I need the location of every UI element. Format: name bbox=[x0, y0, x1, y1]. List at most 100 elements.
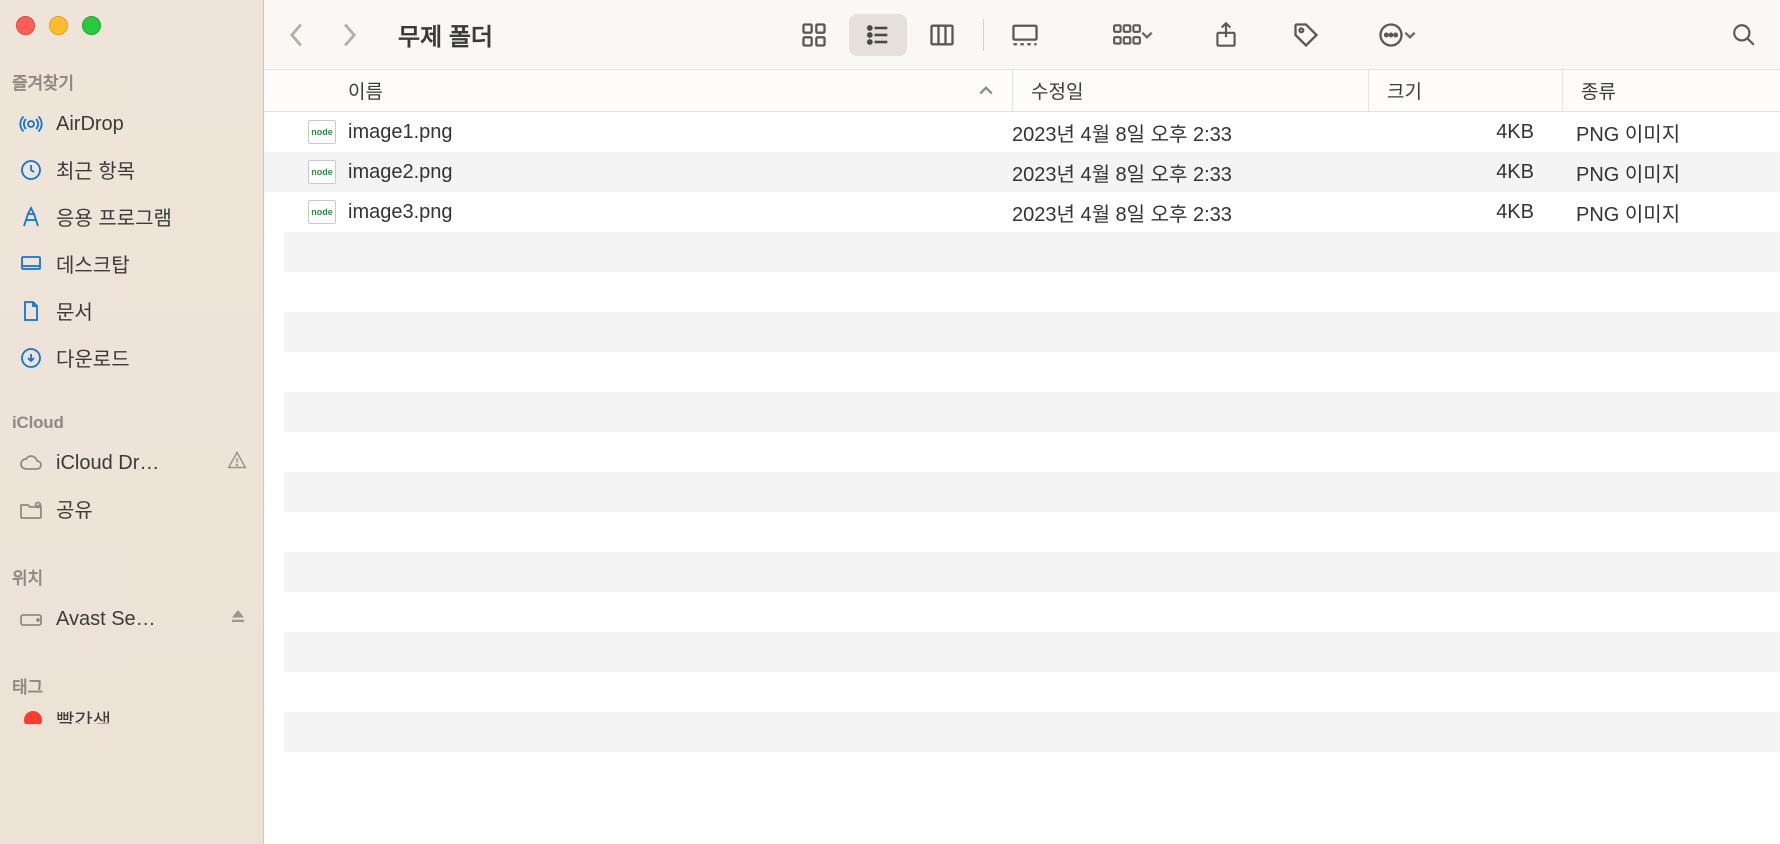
airdrop-icon bbox=[18, 111, 44, 137]
warning-icon bbox=[227, 450, 247, 476]
minimize-window-button[interactable] bbox=[49, 16, 68, 35]
file-size: 4KB bbox=[1368, 121, 1562, 144]
file-row[interactable]: node image2.png 2023년 4월 8일 오후 2:33 4KB … bbox=[264, 152, 1780, 192]
sidebar-item-label: Avast Se… bbox=[56, 608, 217, 631]
empty-row bbox=[284, 512, 1780, 552]
sidebar-item-label: 공유 bbox=[56, 494, 247, 523]
sidebar-section-tags: 태그 bbox=[0, 667, 263, 706]
file-name: image3.png bbox=[348, 201, 453, 224]
column-name[interactable]: 이름 bbox=[264, 77, 1012, 104]
sidebar-item-label: 다운로드 bbox=[56, 343, 247, 372]
more-actions-button[interactable] bbox=[1364, 14, 1430, 56]
forward-button[interactable] bbox=[336, 22, 362, 48]
sidebar-item-documents[interactable]: 문서 bbox=[4, 287, 259, 334]
file-name: image1.png bbox=[348, 121, 453, 144]
file-date: 2023년 4월 8일 오후 2:33 bbox=[1012, 198, 1368, 227]
empty-row bbox=[284, 592, 1780, 632]
sidebar-item-label: AirDrop bbox=[56, 113, 247, 136]
sidebar-item-icloud-drive[interactable]: iCloud Dr… bbox=[4, 441, 259, 485]
sidebar-item-label: 응용 프로그램 bbox=[56, 202, 247, 231]
column-view-button[interactable] bbox=[913, 14, 971, 56]
chevron-down-icon bbox=[1403, 28, 1417, 42]
chevron-down-icon bbox=[1140, 28, 1154, 42]
file-row[interactable]: node image3.png 2023년 4월 8일 오후 2:33 4KB … bbox=[264, 192, 1780, 232]
file-size: 4KB bbox=[1368, 161, 1562, 184]
desktop-icon bbox=[18, 251, 44, 277]
cloud-icon bbox=[18, 450, 44, 476]
column-header: 이름 수정일 크기 종류 bbox=[264, 70, 1780, 112]
column-name-label: 이름 bbox=[348, 77, 383, 104]
empty-row bbox=[284, 312, 1780, 352]
disk-icon bbox=[18, 606, 44, 632]
download-icon bbox=[18, 345, 44, 371]
empty-row bbox=[284, 352, 1780, 392]
sidebar-item-recents[interactable]: 최근 항목 bbox=[4, 146, 259, 193]
toolbar-actions bbox=[1098, 14, 1430, 56]
empty-row bbox=[284, 272, 1780, 312]
file-kind: PNG 이미지 bbox=[1562, 118, 1780, 147]
sidebar-item-red-tag[interactable]: 빨간색 bbox=[4, 706, 259, 724]
empty-row bbox=[284, 752, 1780, 792]
folder-title: 무제 폴더 bbox=[398, 17, 493, 52]
column-kind-label: 종류 bbox=[1581, 77, 1616, 104]
back-button[interactable] bbox=[284, 22, 310, 48]
document-icon bbox=[18, 298, 44, 324]
empty-row bbox=[284, 712, 1780, 752]
column-date-label: 수정일 bbox=[1031, 77, 1083, 104]
sidebar-item-label: 최근 항목 bbox=[56, 155, 247, 184]
tags-button[interactable] bbox=[1284, 14, 1328, 56]
empty-row bbox=[284, 232, 1780, 272]
file-kind: PNG 이미지 bbox=[1562, 198, 1780, 227]
file-size: 4KB bbox=[1368, 201, 1562, 224]
window-controls bbox=[0, 16, 263, 63]
sort-ascending-icon bbox=[978, 80, 994, 102]
sidebar-item-applications[interactable]: 응용 프로그램 bbox=[4, 193, 259, 240]
main-content: 무제 폴더 bbox=[264, 0, 1780, 844]
sidebar-item-label: iCloud Dr… bbox=[56, 452, 211, 475]
eject-icon[interactable] bbox=[229, 607, 247, 631]
column-date[interactable]: 수정일 bbox=[1012, 70, 1368, 111]
empty-row bbox=[284, 552, 1780, 592]
group-by-button[interactable] bbox=[1098, 14, 1168, 56]
list-view-button[interactable] bbox=[849, 14, 907, 56]
sidebar-item-label: 데스크탑 bbox=[56, 249, 247, 278]
sidebar-item-downloads[interactable]: 다운로드 bbox=[4, 334, 259, 381]
empty-row bbox=[284, 672, 1780, 712]
clock-icon bbox=[18, 157, 44, 183]
close-window-button[interactable] bbox=[16, 16, 35, 35]
fullscreen-window-button[interactable] bbox=[82, 16, 101, 35]
column-kind[interactable]: 종류 bbox=[1562, 70, 1780, 111]
empty-row bbox=[284, 472, 1780, 512]
share-button[interactable] bbox=[1204, 14, 1248, 56]
toolbar: 무제 폴더 bbox=[264, 0, 1780, 70]
file-date: 2023년 4월 8일 오후 2:33 bbox=[1012, 118, 1368, 147]
icon-view-button[interactable] bbox=[785, 14, 843, 56]
file-name: image2.png bbox=[348, 161, 453, 184]
sidebar-section-favorites: 즐겨찾기 bbox=[0, 63, 263, 102]
applications-icon bbox=[18, 204, 44, 230]
column-size[interactable]: 크기 bbox=[1368, 70, 1562, 111]
column-size-label: 크기 bbox=[1387, 77, 1422, 104]
sidebar-section-locations: 위치 bbox=[0, 558, 263, 597]
view-switcher bbox=[785, 14, 1054, 56]
png-file-icon: node bbox=[308, 200, 336, 224]
file-row[interactable]: node image1.png 2023년 4월 8일 오후 2:33 4KB … bbox=[264, 112, 1780, 152]
sidebar-item-label: 빨간색 bbox=[56, 706, 247, 724]
file-list: node image1.png 2023년 4월 8일 오후 2:33 4KB … bbox=[264, 112, 1780, 844]
empty-row bbox=[284, 432, 1780, 472]
sidebar: 즐겨찾기 AirDrop 최근 항목 응용 프로그램 데스크탑 문서 다운로드 bbox=[0, 0, 264, 844]
toolbar-divider bbox=[983, 19, 984, 51]
png-file-icon: node bbox=[308, 120, 336, 144]
png-file-icon: node bbox=[308, 160, 336, 184]
red-tag-icon bbox=[18, 707, 44, 725]
sidebar-item-avast[interactable]: Avast Se… bbox=[4, 597, 259, 641]
sidebar-item-label: 문서 bbox=[56, 296, 247, 325]
sidebar-item-airdrop[interactable]: AirDrop bbox=[4, 102, 259, 146]
search-button[interactable] bbox=[1722, 14, 1766, 56]
shared-folder-icon bbox=[18, 496, 44, 522]
sidebar-item-shared[interactable]: 공유 bbox=[4, 485, 259, 532]
empty-row bbox=[284, 392, 1780, 432]
gallery-view-button[interactable] bbox=[996, 14, 1054, 56]
sidebar-item-desktop[interactable]: 데스크탑 bbox=[4, 240, 259, 287]
sidebar-section-icloud: iCloud bbox=[0, 407, 263, 441]
